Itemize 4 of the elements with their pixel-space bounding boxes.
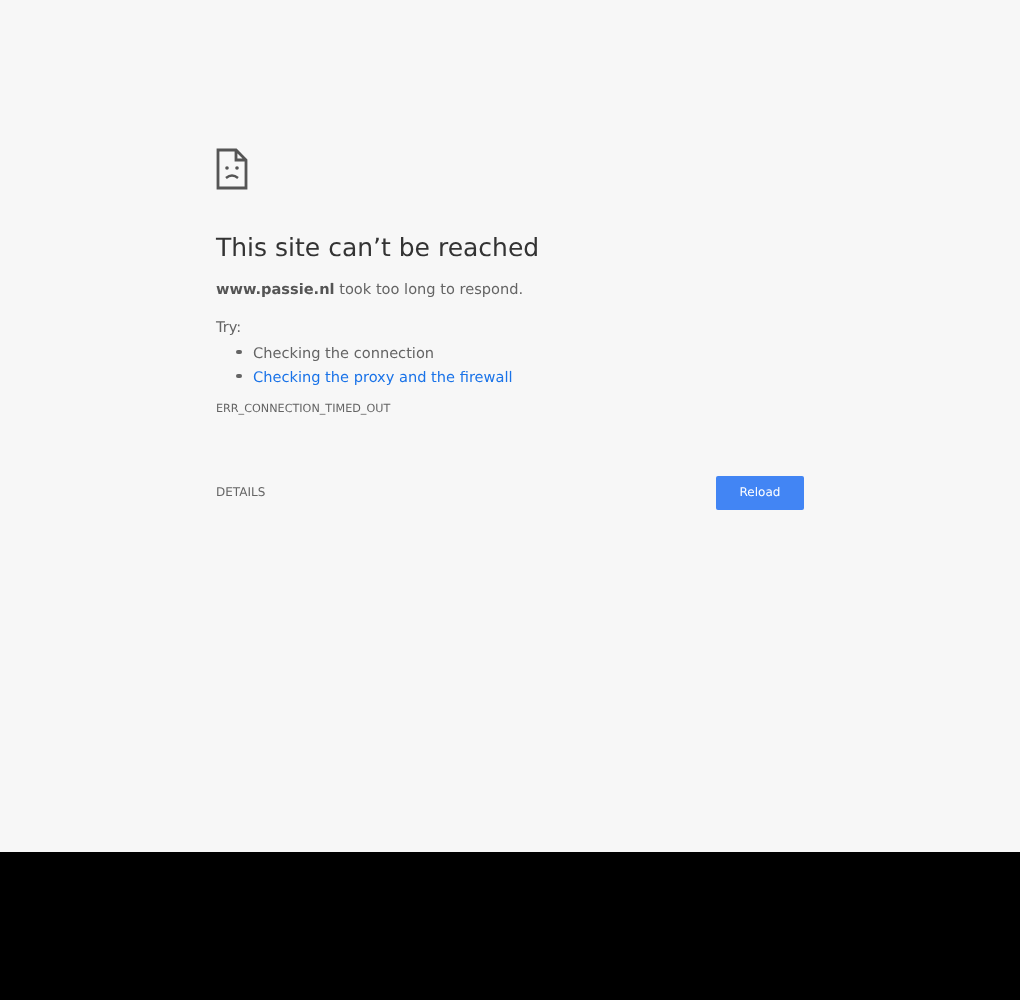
bullet-icon [236, 373, 241, 379]
sad-page-icon [216, 148, 248, 190]
error-title: This site can’t be reached [216, 232, 542, 264]
bullet-icon [236, 349, 241, 355]
